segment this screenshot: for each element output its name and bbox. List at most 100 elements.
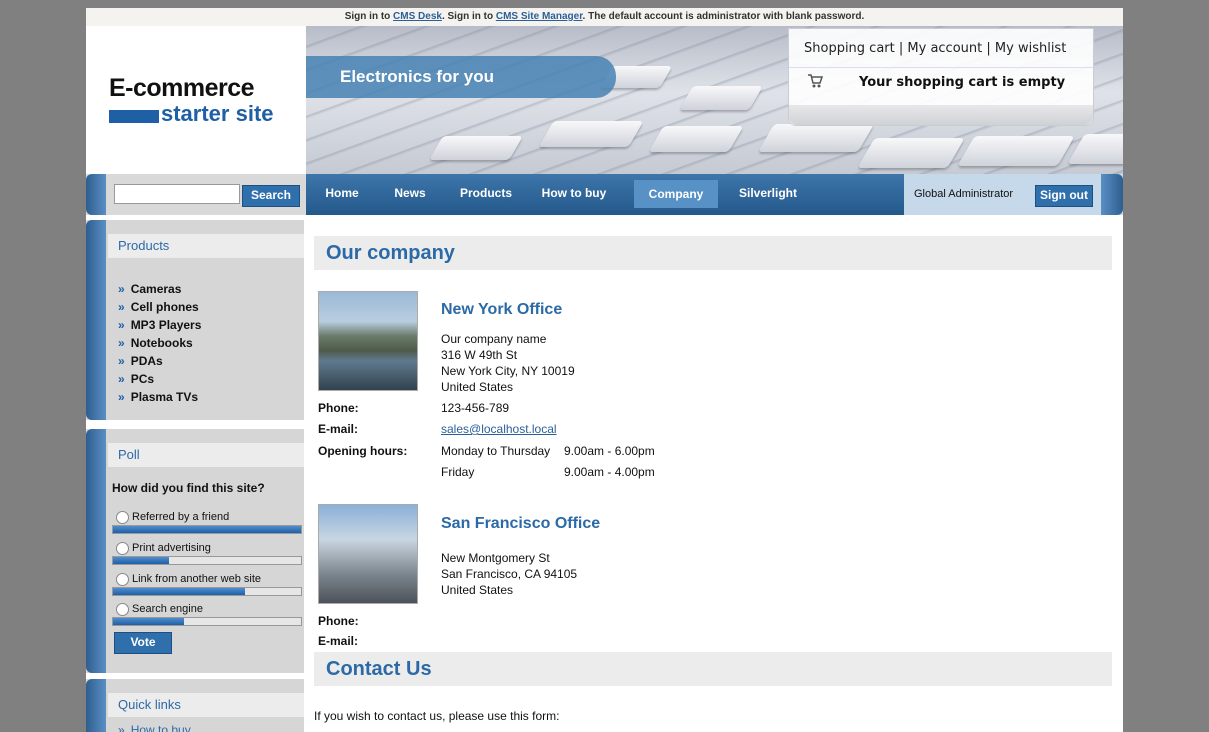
- menu-item-products[interactable]: Products: [450, 174, 522, 215]
- hours-days: Friday: [441, 465, 475, 479]
- cart-divider: [789, 67, 1093, 68]
- my-wishlist-link[interactable]: My wishlist: [995, 41, 1066, 56]
- cms-desk-link[interactable]: CMS Desk: [393, 11, 442, 22]
- opening-hours-label: Opening hours:: [318, 444, 408, 458]
- user-bar: Global Administrator Sign out: [904, 174, 1123, 215]
- list-item[interactable]: » Notebooks: [118, 334, 201, 352]
- chevron-right-icon: »: [118, 318, 125, 332]
- header-banner: Electronics for you Shopping cart | My a…: [306, 26, 1123, 174]
- category-link[interactable]: PCs: [131, 372, 154, 386]
- link-separator: |: [894, 41, 908, 56]
- link-separator: |: [982, 41, 995, 56]
- cart-empty-text: Your shopping cart is empty: [859, 75, 1066, 90]
- list-item[interactable]: » PDAs: [118, 352, 201, 370]
- search-button[interactable]: Search: [242, 185, 300, 207]
- main-menu: Home News Products How to buy Company Si…: [306, 174, 904, 215]
- radio-button[interactable]: [116, 573, 129, 586]
- address-line: United States: [441, 380, 514, 394]
- address-line: San Francisco, CA 94105: [441, 567, 578, 581]
- account-links: Shopping cart | My account | My wishlist: [804, 41, 1066, 56]
- search-bar: Search: [86, 174, 306, 215]
- ny-phone: 123-456-789: [441, 401, 510, 415]
- poll-option-label: Search engine: [132, 603, 203, 615]
- banner-tagline: Electronics for you: [306, 56, 616, 98]
- chevron-right-icon: »: [118, 282, 125, 296]
- keyboard-key: [429, 136, 523, 160]
- list-item[interactable]: » Plasma TVs: [118, 388, 201, 406]
- cart-box-footer: [789, 105, 1093, 125]
- signin-bar: Sign in to CMS Desk. Sign in to CMS Site…: [86, 8, 1123, 26]
- search-input[interactable]: [114, 184, 240, 204]
- poll-option-label: Print advertising: [132, 542, 211, 554]
- ny-address: Our company name 316 W 49th St New York …: [441, 331, 575, 395]
- list-item[interactable]: » PCs: [118, 370, 201, 388]
- chevron-right-icon: »: [118, 354, 125, 368]
- list-item[interactable]: » MP3 Players: [118, 316, 201, 334]
- category-link[interactable]: Cameras: [131, 282, 182, 296]
- signin-prefix: Sign in to: [344, 11, 394, 22]
- my-account-link[interactable]: My account: [907, 41, 982, 56]
- category-link[interactable]: MP3 Players: [131, 318, 202, 332]
- keyboard-key: [957, 136, 1075, 166]
- category-link[interactable]: Plasma TVs: [131, 390, 198, 404]
- menu-item-home[interactable]: Home: [314, 174, 370, 215]
- keyboard-key: [757, 124, 875, 152]
- poll-result-fill: [113, 526, 301, 533]
- category-link[interactable]: Notebooks: [131, 336, 193, 350]
- poll-box: Poll How did you find this site? Referre…: [86, 429, 304, 673]
- poll-result-bar: [112, 587, 302, 596]
- menu-item-silverlight[interactable]: Silverlight: [730, 174, 806, 215]
- menu-item-how-to-buy[interactable]: How to buy: [534, 174, 614, 215]
- keyboard-key: [679, 86, 763, 110]
- menu-item-news[interactable]: News: [380, 174, 440, 215]
- logo-line1: E-commerce: [109, 74, 255, 102]
- hours-time: 9.00am - 6.00pm: [564, 444, 655, 458]
- user-name: Global Administrator: [914, 188, 1014, 200]
- quick-links-title: Quick links: [108, 693, 304, 717]
- vote-button[interactable]: Vote: [114, 632, 172, 654]
- radio-button[interactable]: [116, 511, 129, 524]
- logo-bar: [109, 110, 159, 123]
- bar-edge: [1101, 174, 1123, 215]
- product-category-list: » Cameras » Cell phones » MP3 Players » Note…: [118, 280, 201, 406]
- category-link[interactable]: PDAs: [131, 354, 163, 368]
- chevron-right-icon: »: [118, 390, 125, 404]
- poll-result-bar: [112, 556, 302, 565]
- sign-out-button[interactable]: Sign out: [1035, 185, 1093, 207]
- san-francisco-office-photo: [318, 504, 418, 604]
- address-line: New Montgomery St: [441, 551, 550, 565]
- list-item[interactable]: » Cell phones: [118, 298, 201, 316]
- products-box-title: Products: [108, 234, 304, 258]
- address-line: New York City, NY 10019: [441, 364, 575, 378]
- sf-address: New Montgomery St San Francisco, CA 9410…: [441, 550, 577, 598]
- chevron-right-icon: »: [118, 372, 125, 386]
- menu-item-company[interactable]: Company: [634, 180, 718, 208]
- cart-box: Shopping cart | My account | My wishlist…: [788, 28, 1094, 126]
- address-line: 316 W 49th St: [441, 348, 518, 362]
- radio-button[interactable]: [116, 542, 129, 555]
- hours-time: 9.00am - 4.00pm: [564, 465, 655, 479]
- quick-link[interactable]: » How to buy: [118, 723, 191, 732]
- box-edge: [86, 679, 106, 732]
- radio-button[interactable]: [116, 603, 129, 616]
- cart-icon: [807, 73, 824, 92]
- poll-option-label: Link from another web site: [132, 573, 262, 585]
- poll-box-title: Poll: [108, 443, 304, 467]
- quick-link-label[interactable]: How to buy: [131, 723, 191, 732]
- bar-edge: [86, 174, 106, 215]
- poll-result-bar: [112, 617, 302, 626]
- ny-email-link[interactable]: sales@localhost.local: [441, 422, 557, 436]
- page: Sign in to CMS Desk. Sign in to CMS Site…: [86, 8, 1123, 732]
- phone-label: Phone:: [318, 401, 359, 415]
- cms-site-manager-link[interactable]: CMS Site Manager: [496, 11, 583, 22]
- site-logo[interactable]: E-commerce starter site: [86, 26, 306, 174]
- poll-result-fill: [113, 618, 185, 625]
- shopping-cart-link[interactable]: Shopping cart: [804, 41, 895, 56]
- new-york-office-photo: [318, 291, 418, 391]
- box-edge: [86, 220, 106, 420]
- category-link[interactable]: Cell phones: [131, 300, 199, 314]
- keyboard-key: [648, 126, 744, 152]
- list-item[interactable]: » Cameras: [118, 280, 201, 298]
- left-sidebar: Products » Cameras » Cell phones » MP3 Play…: [86, 215, 306, 732]
- phone-label: Phone:: [318, 614, 359, 628]
